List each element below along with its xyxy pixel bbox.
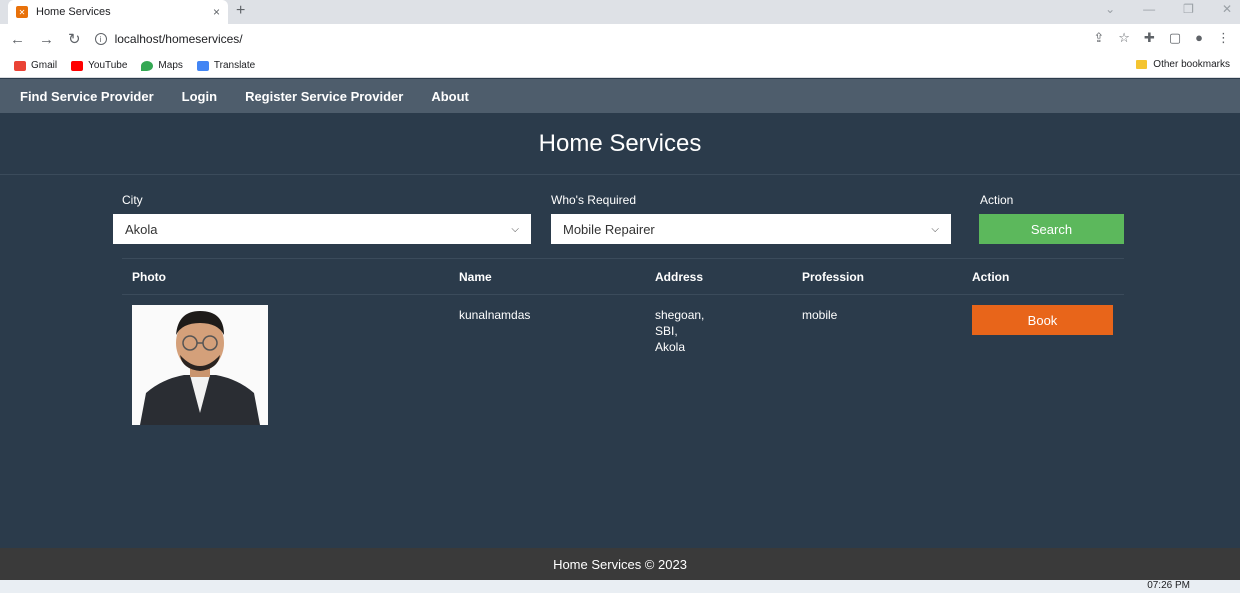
bookmarks-bar: Gmail YouTube Maps Translate Other bookm… <box>0 54 1240 78</box>
other-bookmarks[interactable]: Other bookmarks <box>1136 59 1230 70</box>
window-controls: ⌄ — ❐ ✕ <box>1105 2 1232 16</box>
city-select-value: Akola <box>125 221 158 237</box>
footer-text: Home Services © 2023 <box>553 556 687 572</box>
toolbar-actions: ⇪ ☆ ✚ ▢ ● ⋮ <box>1093 30 1230 46</box>
required-label: Who's Required <box>551 193 636 207</box>
nav-find-service-provider[interactable]: Find Service Provider <box>20 89 154 104</box>
city-select[interactable]: Akola ⌵ <box>113 214 531 244</box>
bookmark-translate[interactable]: Translate <box>196 60 255 71</box>
th-address: Address <box>655 270 704 284</box>
browser-tab[interactable]: ✕ Home Services × <box>8 0 228 24</box>
share-icon[interactable]: ⇪ <box>1093 30 1104 46</box>
page-footer: Home Services © 2023 <box>0 548 1240 580</box>
extensions-icon[interactable]: ✚ <box>1144 30 1155 46</box>
profile-avatar-icon[interactable]: ● <box>1195 30 1203 46</box>
back-icon[interactable]: ← <box>10 31 25 48</box>
address-bar[interactable]: i localhost/homeservices/ <box>94 32 243 46</box>
page-title: Home Services <box>538 129 702 157</box>
menu-icon[interactable]: ⋮ <box>1217 30 1230 46</box>
th-profession: Profession <box>802 270 865 284</box>
service-select[interactable]: Mobile Repairer ⌵ <box>551 214 951 244</box>
app-navbar: Find Service Provider Login Register Ser… <box>0 79 1240 113</box>
search-button[interactable]: Search <box>979 214 1124 244</box>
translate-icon <box>196 60 209 71</box>
info-icon[interactable]: i <box>94 33 107 45</box>
bookmark-star-icon[interactable]: ☆ <box>1118 30 1130 46</box>
page-header: Home Services <box>0 113 1240 175</box>
provider-profession: mobile <box>802 308 838 322</box>
action-label: Action <box>980 193 1014 207</box>
city-label: City <box>122 193 143 207</box>
window-close-icon[interactable]: ✕ <box>1222 2 1232 16</box>
url-text: localhost/homeservices/ <box>114 32 243 46</box>
service-select-value: Mobile Repairer <box>563 221 655 237</box>
gmail-icon <box>14 60 26 71</box>
tab-close-icon[interactable]: × <box>213 5 220 19</box>
sidepanel-icon[interactable]: ▢ <box>1169 30 1181 46</box>
provider-portrait-icon <box>132 305 268 425</box>
folder-icon <box>1136 60 1148 69</box>
chevron-down-icon: ⌵ <box>511 223 519 235</box>
th-action: Action <box>972 270 1010 284</box>
nav-login[interactable]: Login <box>182 89 217 104</box>
th-name: Name <box>459 270 492 284</box>
xampp-favicon-icon: ✕ <box>16 6 28 18</box>
table-row: kunalnamdas shegoan, SBI, Akola mobile B… <box>122 295 1124 435</box>
nav-about[interactable]: About <box>431 89 469 104</box>
provider-address: shegoan, SBI, Akola <box>655 308 705 354</box>
maps-icon <box>141 60 154 71</box>
bookmark-youtube[interactable]: YouTube <box>71 60 127 71</box>
table-header: Photo Name Address Profession Action <box>122 258 1124 295</box>
os-taskbar: 07:26 PM <box>0 580 1240 593</box>
bookmark-maps[interactable]: Maps <box>141 60 183 71</box>
nav-register-service-provider[interactable]: Register Service Provider <box>245 89 403 104</box>
chevron-down-icon: ⌵ <box>931 223 939 235</box>
restore-icon[interactable]: ❐ <box>1183 2 1194 16</box>
forward-icon[interactable]: → <box>39 31 54 48</box>
tab-search-icon[interactable]: ⌄ <box>1105 2 1115 16</box>
book-button[interactable]: Book <box>972 305 1113 335</box>
reload-icon[interactable]: ↻ <box>68 30 81 48</box>
taskbar-clock: 07:26 PM <box>1147 580 1190 591</box>
minimize-icon[interactable]: — <box>1143 2 1155 16</box>
youtube-icon <box>71 60 84 71</box>
new-tab-icon[interactable]: + <box>236 2 245 20</box>
bookmark-gmail[interactable]: Gmail <box>14 60 57 71</box>
provider-photo <box>132 305 268 425</box>
results-table: Photo Name Address Profession Action kun… <box>122 258 1124 435</box>
browser-toolbar: ← → ↻ i localhost/homeservices/ ⇪ ☆ ✚ ▢ … <box>0 24 1240 54</box>
tab-title: Home Services <box>36 6 111 18</box>
th-photo: Photo <box>132 270 166 284</box>
provider-name: kunalnamdas <box>459 308 531 322</box>
browser-tab-bar: ✕ Home Services × + ⌄ — ❐ ✕ <box>0 0 1240 24</box>
